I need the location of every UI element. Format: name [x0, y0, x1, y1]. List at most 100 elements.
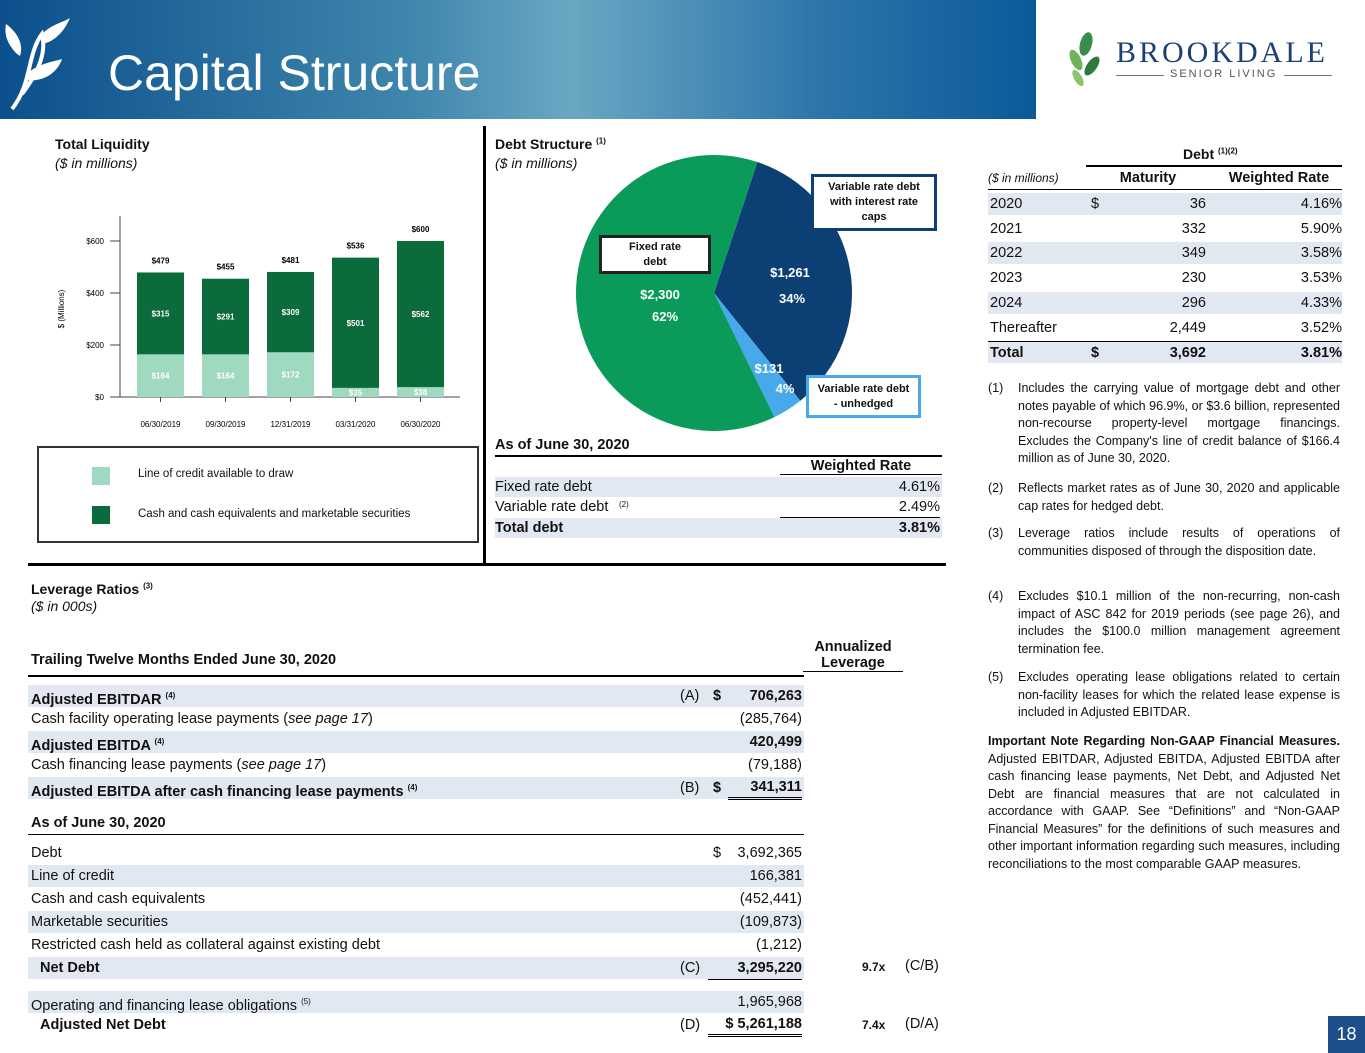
- bar-segment-label: $38: [414, 388, 428, 397]
- annualized-header: Annualized Leverage: [803, 639, 903, 672]
- debt-row-rate: 3.81%: [1300, 345, 1342, 362]
- asof-table-row: Total debt 3.81%: [495, 518, 942, 538]
- bar-segment-label: $35: [349, 388, 363, 397]
- ttm-heading: Trailing Twelve Months Ended June 30, 20…: [31, 652, 337, 668]
- footnote-text: Includes the carrying value of mortgage …: [1018, 381, 1340, 465]
- debt-row-year: 2023: [990, 270, 1023, 287]
- debt-table-row: 2023 230 3.53%: [988, 267, 1342, 289]
- debt-table-row: Total $3,692 3.81%: [988, 341, 1342, 364]
- leverage-row-ref: (A): [680, 688, 700, 704]
- footnote: (3) Leverage ratios include results of op…: [988, 525, 1340, 560]
- footnote-text: Excludes $10.1 million of the non-recurr…: [1018, 589, 1340, 656]
- legend-label-cash: Cash and cash equivalents and marketable…: [138, 508, 411, 520]
- footnote-text: Excludes operating lease obligations rel…: [1018, 670, 1340, 719]
- asof-leverage-value: (1,212): [756, 937, 802, 953]
- y-tick-label: $400: [86, 289, 104, 298]
- leverage-row-value: 341,311: [728, 777, 802, 800]
- bar-segment-label: $291: [217, 313, 235, 322]
- leverage-label: Leverage: [803, 655, 903, 672]
- bar-segment-label: $172: [282, 371, 300, 380]
- debt-row-rate: 5.90%: [1300, 220, 1342, 237]
- leverage-row-label: Adjusted EBITDA after cash financing lea…: [31, 783, 404, 800]
- debt-row-year: 2021: [990, 220, 1023, 237]
- debt-structure-title-text: Debt Structure: [495, 136, 593, 152]
- leverage-row-value: (79,188): [747, 757, 802, 773]
- lease-obligations-row: Operating and financing lease obligation…: [28, 991, 804, 1014]
- debt-table-row: Thereafter 2,449 3.52%: [988, 317, 1342, 339]
- leverage-units: ($ in 000s): [31, 598, 98, 614]
- debt-row-rate: 3.52%: [1300, 319, 1342, 336]
- debt-row-dollar: $: [1091, 345, 1100, 362]
- debt-row-maturity: 296: [1181, 294, 1206, 311]
- horizontal-divider: [28, 563, 946, 566]
- bar-segment-label: $315: [152, 309, 170, 318]
- page-title: Capital Structure: [108, 45, 481, 101]
- footnote-number: (2): [988, 481, 1004, 495]
- adj-net-debt-label: Adjusted Net Debt: [40, 1017, 166, 1033]
- leverage-row-label-group: Adjusted EBITDA after cash financing lea…: [31, 777, 417, 803]
- debt-row-year: 2020: [990, 196, 1023, 212]
- asof-leverage-value: (452,441): [739, 891, 802, 907]
- leverage-row-dollar: $: [713, 688, 722, 704]
- debt-row-rate: 3.58%: [1300, 245, 1342, 262]
- debt-structure-title: Debt Structure (1): [495, 136, 606, 152]
- ttm-rule: [28, 675, 804, 677]
- leverage-title: Leverage Ratios (3): [31, 581, 153, 597]
- leverage-row: Adjusted EBITDAR (4) (A) $706,263: [28, 685, 804, 708]
- asof-leverage-value: 166,381: [749, 868, 802, 884]
- liquidity-units: ($ in millions): [55, 155, 138, 171]
- adj-net-debt-leverage-ref: (D/A): [905, 1016, 939, 1032]
- asof-table-row: Fixed rate debt 4.61%: [495, 477, 942, 497]
- footnote-text: Leverage ratios include results of opera…: [1018, 526, 1340, 558]
- asof-leverage-label: Marketable securities: [31, 914, 168, 930]
- leverage-row-label-italic: see page 17: [288, 711, 368, 727]
- bar-total-label: $479: [152, 256, 170, 265]
- brand-name: BROOKDALE: [1116, 36, 1328, 69]
- debt-row-year: 2024: [990, 294, 1023, 311]
- debt-row-rate: 3.53%: [1300, 270, 1342, 287]
- page-number: 18: [1328, 1016, 1365, 1053]
- debt-table-header-rule: [988, 189, 1342, 190]
- asof-table-title: As of June 30, 2020: [495, 437, 630, 453]
- asof-leverage-label: Line of credit: [31, 868, 115, 884]
- leaf-logo-icon: [5, 18, 70, 111]
- liquidity-title: Total Liquidity: [55, 136, 150, 152]
- debt-table-row: 2022 349 3.58%: [988, 242, 1342, 265]
- debt-table-row: 2021 332 5.90%: [988, 218, 1342, 240]
- leverage-row-label: Cash financing lease payments (: [31, 757, 242, 773]
- net-debt-value: 3,295,220: [708, 957, 802, 980]
- adj-net-debt-row: Adjusted Net Debt (D) $ 5,261,188: [28, 1014, 804, 1037]
- asof-leverage-label: Debt: [31, 845, 62, 861]
- leverage-row-label: Cash facility operating lease payments (: [31, 711, 289, 727]
- vertical-divider: [483, 126, 486, 564]
- bar-segment-label: $501: [347, 319, 365, 328]
- asof-row-label: Total debt: [495, 520, 564, 536]
- adj-net-debt-ref: (D): [680, 1017, 701, 1033]
- leverage-row-label-group: Adjusted EBITDAR (4): [31, 685, 175, 711]
- liquidity-bar-chart: $0 $200 $400 $600 $ (Millions) $164 $315 $479 06…: [57, 216, 460, 429]
- debt-row-rate: 4.16%: [1300, 196, 1342, 212]
- footnote: (4) Excludes $10.1 million of the non-rec…: [988, 588, 1340, 658]
- bar-segment-label: $164: [152, 372, 170, 381]
- debt-col-rate: Weighted Rate: [1228, 170, 1330, 186]
- bar-total-label: $481: [282, 256, 300, 265]
- footnote-text: Reflects market rates as of June 30, 202…: [1018, 481, 1340, 513]
- bar-segment-label: $562: [412, 310, 430, 319]
- asof-row-sup: (2): [619, 500, 629, 509]
- debt-row-dollar: $: [1091, 196, 1100, 212]
- annualized-label: Annualized: [814, 639, 892, 655]
- debt-table-title: Debt (1)(2): [1183, 146, 1238, 162]
- debt-row-year: Thereafter: [990, 319, 1057, 336]
- footnote-number: (4): [988, 589, 1004, 603]
- brand-subtitle: SENIOR LIVING: [1170, 68, 1278, 80]
- asof-table-row: Variable rate debt (2) 2.49%: [495, 497, 942, 518]
- leverage-row-dollar: $: [713, 780, 722, 796]
- x-tick-label: 06/30/2020: [400, 420, 441, 429]
- debt-structure-units: ($ in millions): [495, 155, 578, 171]
- pie-pct-label: 34%: [779, 291, 805, 306]
- leverage-row-label-end: ): [321, 757, 327, 773]
- asof-leverage-value: 3,692,365: [737, 845, 802, 861]
- debt-row-maturity: 2,449: [1169, 319, 1206, 336]
- adj-net-debt-leverage: 7.4x: [862, 1018, 886, 1032]
- debt-row-rate: 4.33%: [1300, 294, 1342, 311]
